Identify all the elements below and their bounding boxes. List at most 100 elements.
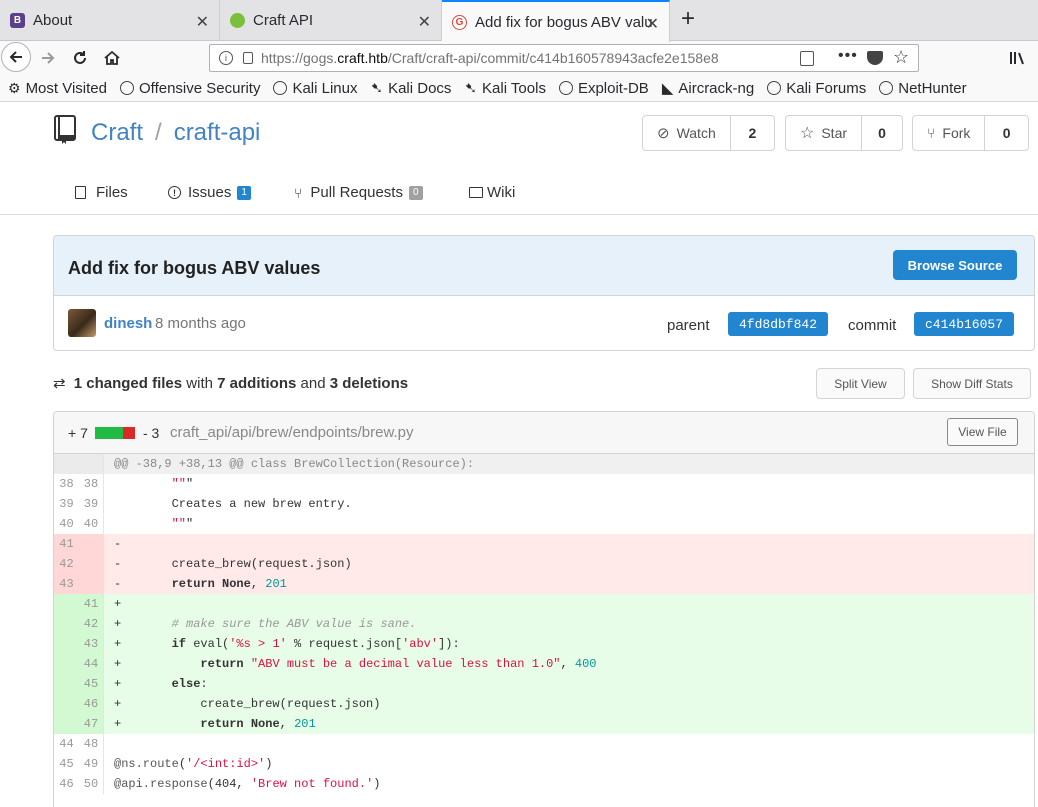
line-number-new[interactable]: 47 <box>79 714 104 734</box>
line-number-old[interactable]: 39 <box>54 494 79 514</box>
reader-view-icon[interactable] <box>800 51 814 66</box>
bookmark-exploit-db[interactable]: Exploit-DB <box>558 80 649 97</box>
url-bar[interactable]: i https://gogs.craft.htb/Craft/craft-api… <box>209 44 919 72</box>
diff-line-ctx: 46 50 @api.response(404, 'Brew not found.'… <box>54 774 1034 794</box>
pocket-icon[interactable] <box>867 51 883 65</box>
commit-sha-button[interactable]: c414b16057 <box>914 312 1014 336</box>
library-button[interactable] <box>1003 44 1031 72</box>
deletions-count: 3 deletions <box>329 375 409 392</box>
close-tab-icon[interactable]: ✕ <box>646 14 659 34</box>
bookmark-kali-tools[interactable]: ➷ Kali Tools <box>464 79 546 98</box>
code-line: """ <box>171 477 194 491</box>
close-tab-icon[interactable]: ✕ <box>418 12 431 32</box>
line-number-old[interactable]: 41 <box>54 534 79 554</box>
bookmark-star-icon[interactable]: ☆ <box>893 47 909 68</box>
repo-name-link[interactable]: craft-api <box>174 119 261 146</box>
watch-count[interactable]: 2 <box>731 125 774 141</box>
line-number-old[interactable]: 40 <box>54 514 79 534</box>
line-number-new[interactable] <box>79 574 104 594</box>
tab-pull-requests[interactable]: ⑂ Pull Requests 0 <box>294 184 423 201</box>
bookmark-label: Offensive Security <box>139 79 261 97</box>
hunk-header: @@ -38,9 +38,13 @@ class BrewCollection(… <box>54 454 1034 474</box>
bookmark-most-visited[interactable]: ⚙ Most Visited <box>8 80 107 97</box>
tab-issues[interactable]: ! Issues 1 <box>168 184 251 201</box>
browser-tab-about[interactable]: B About ✕ <box>0 0 220 41</box>
line-number-new[interactable]: 43 <box>79 634 104 654</box>
bookmark-kali-docs[interactable]: ➷ Kali Docs <box>371 79 452 98</box>
view-file-button[interactable]: View File <box>947 418 1018 446</box>
split-view-button[interactable]: Split View <box>816 368 905 399</box>
star-count[interactable]: 0 <box>862 125 902 141</box>
tab-wiki[interactable]: Wiki <box>469 184 515 201</box>
info-icon[interactable]: i <box>219 51 233 65</box>
line-number-old[interactable] <box>54 714 79 734</box>
watch-button[interactable]: ⊘ Watch 2 <box>642 115 775 151</box>
line-number-new[interactable]: 38 <box>79 474 104 494</box>
browser-tab-commit[interactable]: G Add fix for bogus ABV valu ✕ <box>442 0 670 42</box>
fork-button[interactable]: ⑂ Fork 0 <box>912 115 1029 151</box>
browser-tab-craft-api[interactable]: Craft API ✕ <box>220 0 442 41</box>
line-number-new[interactable]: 39 <box>79 494 104 514</box>
globe-icon <box>558 81 573 95</box>
line-number-new[interactable]: 40 <box>79 514 104 534</box>
new-tab-button[interactable]: + <box>676 6 700 34</box>
bookmark-aircrack-ng[interactable]: ◣ Aircrack-ng <box>662 79 754 98</box>
star-button[interactable]: ☆ Star 0 <box>785 115 903 151</box>
line-number-old[interactable] <box>54 654 79 674</box>
code-line: @ns.route('/<int:id>') <box>114 757 273 771</box>
line-number-new[interactable]: 42 <box>79 614 104 634</box>
line-number-old[interactable]: 44 <box>54 734 79 754</box>
bookmark-label: NetHunter <box>898 79 967 97</box>
line-number-old[interactable] <box>54 674 79 694</box>
diff-line-add: 45 + else: <box>54 674 1034 694</box>
bookmark-label: Kali Linux <box>292 79 358 97</box>
diff-line-add: 43 + if eval('%s > 1' % request.json['abv… <box>54 634 1034 654</box>
more-actions-icon[interactable]: ••• <box>838 47 858 65</box>
browse-source-button[interactable]: Browse Source <box>893 250 1017 280</box>
line-number-old[interactable]: 38 <box>54 474 79 494</box>
line-number-old[interactable]: 46 <box>54 774 79 794</box>
line-number-new[interactable] <box>79 554 104 574</box>
line-number-new[interactable]: 41 <box>79 594 104 614</box>
line-number-new[interactable] <box>79 534 104 554</box>
line-number-new[interactable]: 46 <box>79 694 104 714</box>
code-line: + # make sure the ABV value is sane. <box>114 617 417 631</box>
bookmark-offensive-security[interactable]: Offensive Security <box>120 80 260 97</box>
line-number-old[interactable] <box>54 694 79 714</box>
url-text[interactable]: https://gogs.craft.htb/Craft/craft-api/c… <box>261 50 761 66</box>
line-number-new[interactable]: 49 <box>79 754 104 774</box>
line-number-old[interactable]: 42 <box>54 554 79 574</box>
forward-button[interactable] <box>34 44 62 72</box>
diff-line-ctx: 44 48 <box>54 734 1034 754</box>
code-line: + return "ABV must be a decimal value le… <box>114 657 597 671</box>
line-number-old[interactable]: 43 <box>54 574 79 594</box>
bookmark-kali-forums[interactable]: Kali Forums <box>767 80 866 97</box>
repo-owner-link[interactable]: Craft <box>91 119 143 146</box>
navigation-bar: i https://gogs.craft.htb/Craft/craft-api… <box>0 41 1038 75</box>
bookmark-nethunter[interactable]: NetHunter <box>879 79 967 97</box>
reload-button[interactable] <box>66 44 94 72</box>
close-tab-icon[interactable]: ✕ <box>196 12 209 32</box>
diff-line-ctx: 40 40 """ <box>54 514 1034 534</box>
line-number-new[interactable]: 45 <box>79 674 104 694</box>
commit-author-link[interactable]: dinesh <box>104 315 152 332</box>
bookmark-kali-linux[interactable]: Kali Linux <box>273 79 358 97</box>
line-number-old[interactable]: 45 <box>54 754 79 774</box>
repo-title: Craft / craft-api <box>91 119 260 147</box>
parent-sha-button[interactable]: 4fd8dbf842 <box>728 312 828 336</box>
line-number-new[interactable]: 48 <box>79 734 104 754</box>
fork-count[interactable]: 0 <box>985 125 1028 141</box>
avatar[interactable] <box>68 309 96 337</box>
repo-header: Craft / craft-api ⊘ Watch 2 ☆ Star 0 ⑂ Fork 0… <box>0 103 1038 215</box>
code-line: - create_brew(request.json) <box>114 557 352 571</box>
line-number-new[interactable]: 44 <box>79 654 104 674</box>
line-number-old[interactable] <box>54 614 79 634</box>
home-button[interactable] <box>98 44 126 72</box>
back-button[interactable] <box>1 42 31 72</box>
code-line: - return None, 201 <box>114 577 287 591</box>
line-number-old[interactable] <box>54 594 79 614</box>
show-diff-stats-button[interactable]: Show Diff Stats <box>913 368 1031 399</box>
line-number-old[interactable] <box>54 634 79 654</box>
tab-files[interactable]: Files <box>75 184 128 201</box>
line-number-new[interactable]: 50 <box>79 774 104 794</box>
